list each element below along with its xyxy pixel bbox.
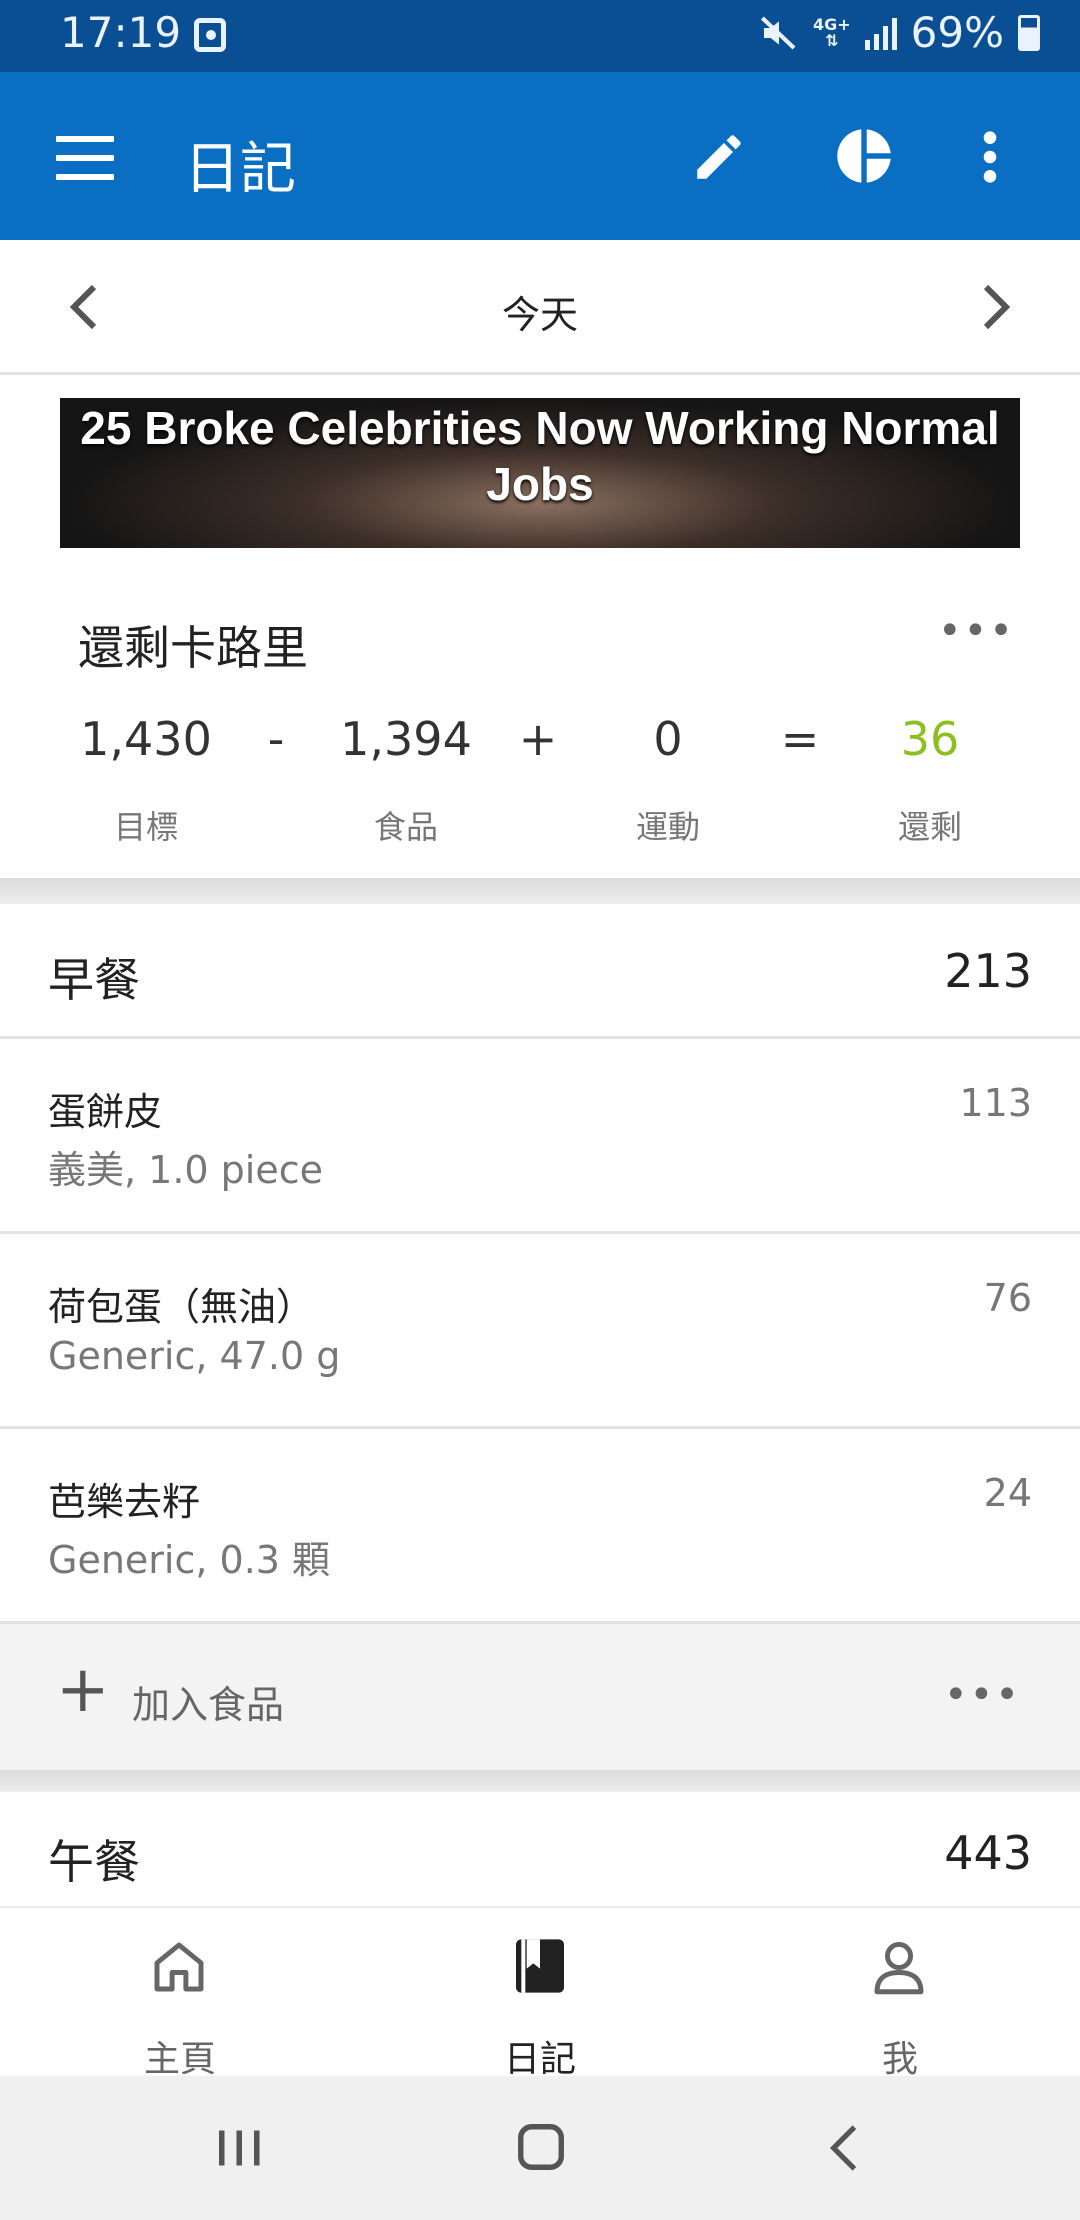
tab-label: 我 [881, 2039, 918, 2080]
food-item[interactable]: 芭樂去籽 Generic, 0.3 顆 24 [0, 1429, 1080, 1624]
tab-home[interactable]: 主頁 [0, 1908, 360, 2080]
tab-label: 主頁 [143, 2039, 216, 2080]
calories-remaining-title: 還剩卡路里 [78, 621, 308, 675]
menu-icon[interactable] [56, 136, 114, 180]
tab-me[interactable]: 我 [720, 1908, 1080, 2080]
pie-chart-icon[interactable] [832, 124, 896, 188]
food-name: 芭樂去籽 [48, 1480, 201, 1524]
diary-icon [516, 1939, 564, 1993]
more-vert-icon[interactable] [970, 128, 1010, 186]
calories-more-icon[interactable]: ••• [938, 608, 1015, 654]
alarm-icon [194, 18, 226, 52]
add-food-row: + 加入食品 ••• [0, 1624, 1080, 1770]
meal-name: 午餐 [48, 1835, 140, 1889]
breakfast-header[interactable]: 早餐 213 [0, 904, 1080, 1039]
food-value: 1,394 [340, 712, 472, 766]
remaining-label: 還剩 [897, 808, 962, 846]
goal-value: 1,430 [80, 712, 212, 766]
status-time: 17:19 [60, 8, 182, 57]
network-type: 4G+ ⇅ [812, 14, 851, 50]
status-icons: 4G+ ⇅ 69% [759, 8, 1040, 57]
food-calories: 113 [959, 1081, 1032, 1125]
add-food-button[interactable]: 加入食品 [132, 1674, 284, 1729]
app-bar: 日記 [0, 72, 1080, 240]
food-calories: 76 [983, 1276, 1032, 1320]
bottom-navigation: 主頁 日記 我 [0, 1906, 1080, 2080]
tab-diary[interactable]: 日記 [360, 1908, 720, 2080]
exercise-label: 運動 [635, 808, 700, 846]
food-description: Generic, 47.0 g [48, 1334, 341, 1378]
meal-name: 早餐 [48, 953, 140, 1007]
mute-icon [760, 15, 796, 50]
food-item[interactable]: 荷包蛋（無油） Generic, 47.0 g 76 [0, 1234, 1080, 1429]
lunch-header[interactable]: 午餐 443 [0, 1792, 1080, 1906]
food-description: Generic, 0.3 顆 [48, 1538, 331, 1582]
breakfast-more-icon[interactable]: ••• [944, 1672, 1021, 1718]
food-name: 蛋餅皮 [48, 1090, 163, 1134]
system-navigation-bar [0, 2076, 1080, 2220]
remaining-value: 36 [900, 712, 960, 766]
meal-calories: 213 [944, 944, 1032, 998]
section-divider [0, 878, 1080, 904]
plus-icon[interactable]: + [56, 1658, 110, 1722]
food-calories: 24 [983, 1471, 1032, 1515]
recents-icon[interactable] [214, 2122, 264, 2174]
status-bar: 17:19 4G+ ⇅ 69% [0, 0, 1080, 72]
profile-icon [874, 1941, 924, 1995]
date-navigator: 今天 [0, 240, 1080, 375]
current-date: 今天 [501, 293, 578, 337]
section-divider [0, 1770, 1080, 1792]
plus-operator: + [518, 712, 558, 766]
meal-calories: 443 [944, 1826, 1032, 1880]
chevron-right-icon[interactable] [976, 282, 1016, 332]
minus-operator: - [267, 712, 285, 766]
battery-percent: 69% [910, 8, 1004, 57]
back-icon[interactable] [824, 2122, 864, 2174]
ad-headline: 25 Broke Celebrities Now Working Normal … [80, 402, 1000, 510]
home-icon [154, 1942, 204, 1992]
exercise-value: 0 [653, 712, 683, 766]
home-button-icon[interactable] [514, 2120, 568, 2174]
page-title: 日記 [184, 137, 296, 202]
ad-banner[interactable]: 25 Broke Celebrities Now Working Normal … [60, 398, 1020, 548]
tab-label: 日記 [503, 2039, 576, 2080]
food-name: 荷包蛋（無油） [48, 1285, 315, 1329]
battery-icon [1018, 14, 1040, 51]
food-item[interactable]: 蛋餅皮 義美, 1.0 piece 113 [0, 1039, 1080, 1234]
food-label: 食品 [373, 808, 438, 846]
equals-operator: = [780, 712, 820, 766]
food-description: 義美, 1.0 piece [48, 1148, 323, 1192]
signal-icon [864, 16, 897, 50]
edit-icon[interactable] [690, 128, 748, 186]
goal-label: 目標 [113, 808, 178, 846]
